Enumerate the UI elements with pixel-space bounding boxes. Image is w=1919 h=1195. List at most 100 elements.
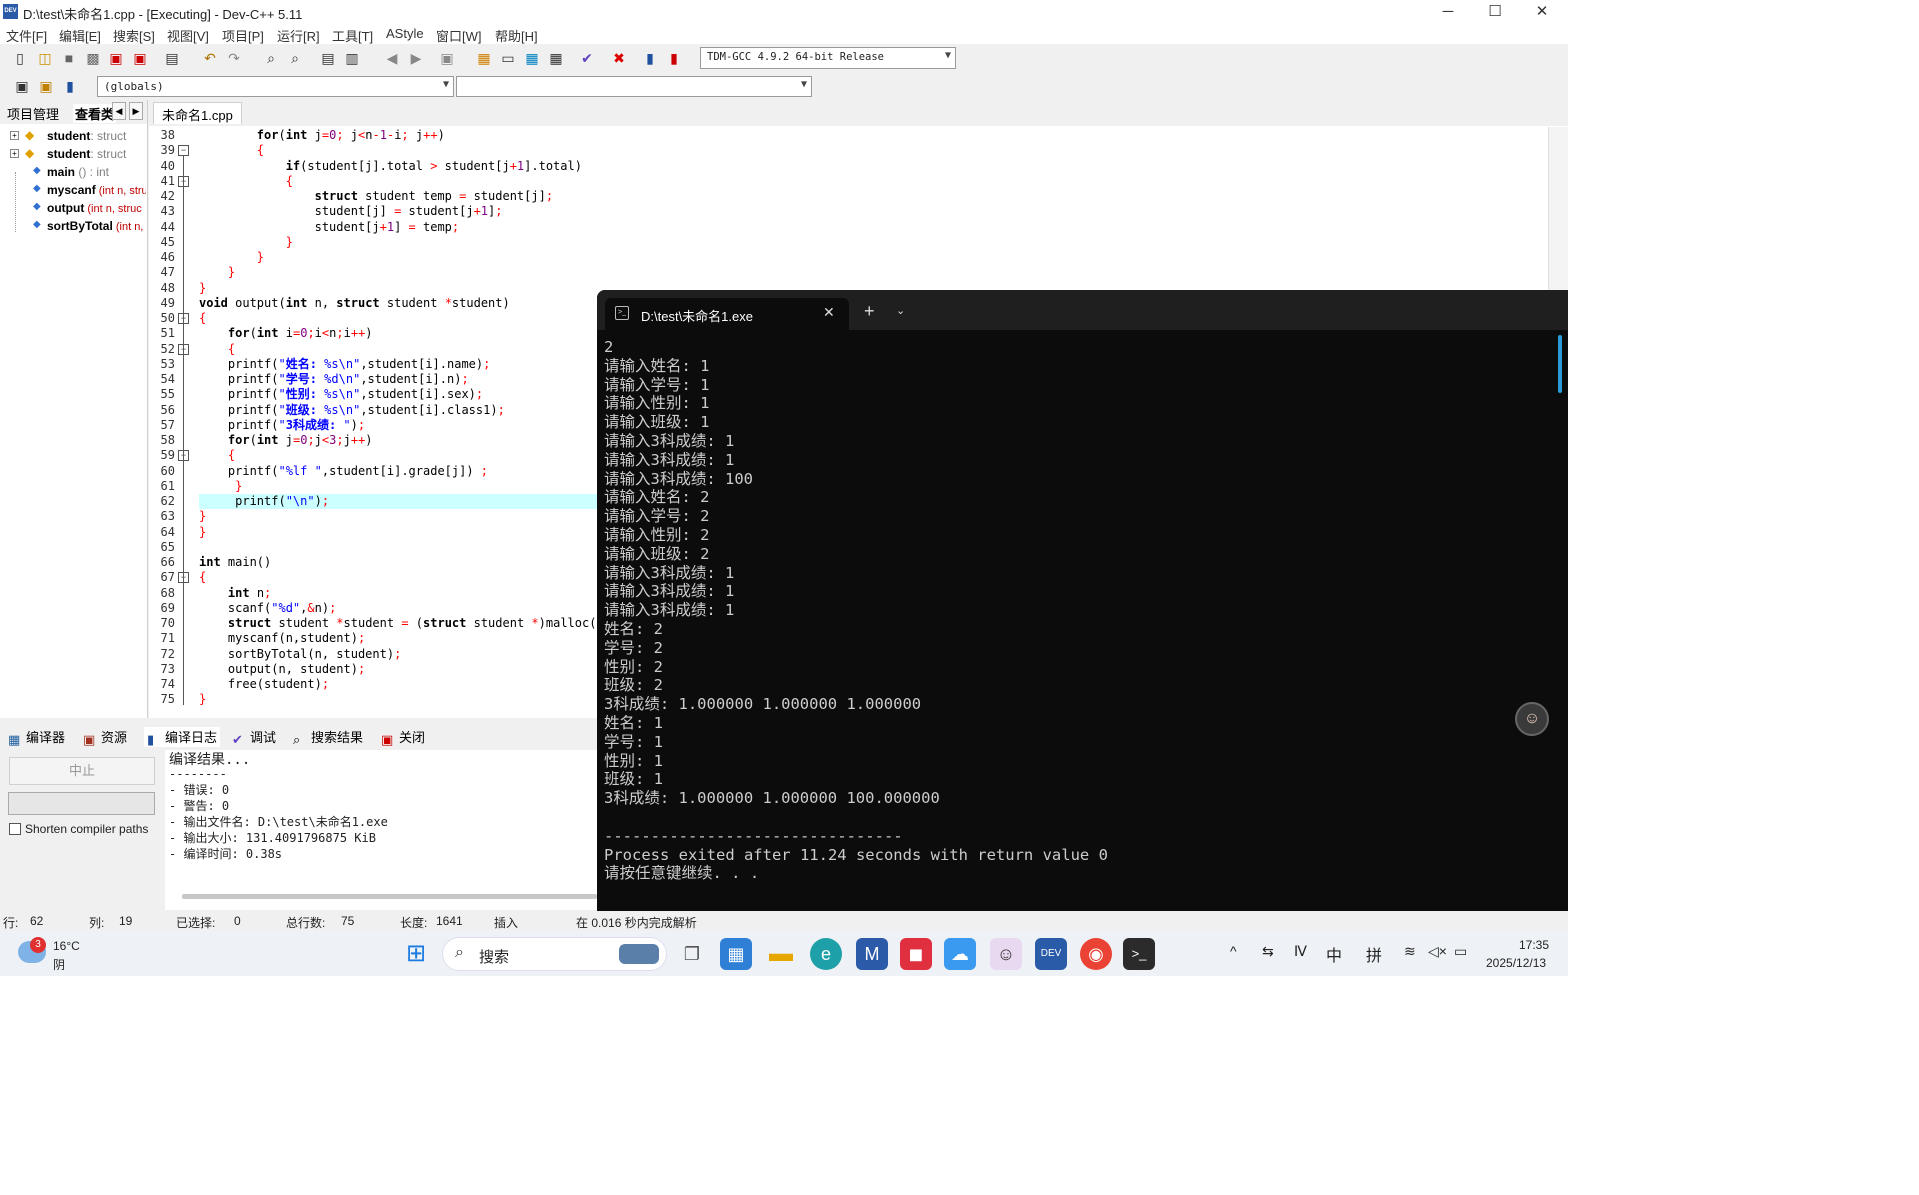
code-line[interactable]: } (199, 250, 264, 265)
huawei-app-icon[interactable]: ◼ (900, 938, 932, 970)
code-line[interactable]: { (199, 570, 206, 585)
code-line[interactable]: { (199, 143, 264, 158)
log-scrollbar[interactable] (182, 894, 597, 899)
close-tab-icon[interactable]: ✕ (823, 304, 835, 321)
chrome-icon[interactable]: ◉ (1080, 938, 1112, 970)
code-line[interactable]: printf("姓名: %s\n",student[i].name); (199, 357, 490, 372)
profile-chart-icon[interactable]: ▮ (640, 48, 660, 68)
code-line[interactable]: { (199, 311, 206, 326)
minimize-button[interactable]: ─ (1424, 2, 1472, 22)
find-icon[interactable]: ⌕ (261, 48, 281, 68)
chevron-down-icon[interactable]: ⌄ (896, 304, 905, 317)
function-select[interactable]: ▼ (456, 76, 812, 97)
code-line[interactable]: printf("%lf ",student[i].grade[j]) ; (199, 464, 488, 479)
class-insert-icon[interactable]: ▣ (12, 76, 32, 96)
avatar-app-icon[interactable]: ☺ (990, 938, 1022, 970)
code-line[interactable]: output(n, student); (199, 662, 365, 677)
cloud-app-icon[interactable]: ☁ (944, 938, 976, 970)
code-line[interactable]: struct student temp = student[j]; (199, 189, 553, 204)
fold-collapse-icon[interactable]: − (178, 145, 189, 157)
tab-scroll-right-icon[interactable]: ▶ (129, 102, 143, 120)
tab-source-file[interactable]: 未命名1.cpp (153, 102, 242, 124)
tree-item[interactable]: ◆ output (int n, struc (0, 200, 146, 218)
save-all-icon[interactable]: ▩ (83, 48, 103, 68)
undo-icon[interactable]: ↶ (200, 48, 220, 68)
tab-project-manager[interactable]: 项目管理 (7, 104, 59, 123)
tree-item[interactable]: + ◆ student: struct (0, 146, 146, 164)
debug-icon[interactable]: ▮ (664, 48, 684, 68)
taskbar-search[interactable]: ⌕ 搜索 (442, 937, 667, 971)
code-line[interactable]: int main() (199, 555, 271, 570)
ime-pinyin[interactable]: 拼 (1366, 942, 1382, 966)
clock-time[interactable]: 17:35 (1519, 938, 1549, 952)
chevron-up-icon[interactable]: ^ (1230, 943, 1237, 959)
windows-start-icon[interactable]: ⊞ (400, 938, 432, 970)
battery-icon[interactable]: ▭ (1454, 943, 1467, 960)
tab-debug[interactable]: ✔ 调试 (232, 727, 276, 747)
console-window[interactable]: >_ D:\test\未命名1.exe ✕ + ⌄ 2 请输入姓名: 1 请输入学号… (597, 290, 1568, 911)
goto-line-icon[interactable]: ▣ (437, 48, 457, 68)
stop-button[interactable]: 中止 (9, 757, 155, 785)
expand-icon[interactable]: + (10, 149, 19, 158)
new-file-icon[interactable]: ▯ (10, 48, 30, 68)
save-icon[interactable]: ■ (59, 48, 79, 68)
add-to-project-icon[interactable]: ▣ (36, 76, 56, 96)
print-icon[interactable]: ▤ (162, 48, 182, 68)
grid-icon[interactable]: ▦ (546, 48, 566, 68)
redo-icon[interactable]: ↷ (224, 48, 244, 68)
tab-scroll-left-icon[interactable]: ◀ (112, 102, 126, 120)
compiler-select[interactable]: TDM-GCC 4.9.2 64-bit Release ▼ (700, 47, 956, 69)
bookmark-next-icon[interactable]: ▶ (406, 48, 426, 68)
ime-mode[interactable]: 中 (1326, 942, 1342, 966)
close-button[interactable]: ✕ (1518, 2, 1566, 22)
menu-window[interactable]: 窗口[W] (436, 26, 482, 45)
settings-sliders-icon[interactable]: ⇆ (1262, 943, 1274, 960)
speaker-muted-icon[interactable]: ◁× (1428, 943, 1447, 960)
code-line[interactable]: for(int j=0; j<n-1-i; j++) (199, 128, 445, 143)
code-line[interactable]: student[j+1] = temp; (199, 220, 460, 235)
code-line[interactable]: int n; (199, 586, 271, 601)
tab-resources[interactable]: ▣ 资源 (83, 727, 127, 747)
code-line[interactable]: } (199, 265, 235, 280)
menu-astyle[interactable]: AStyle (386, 26, 424, 41)
menu-file[interactable]: 文件[F] (6, 26, 47, 45)
code-line[interactable]: } (199, 692, 206, 707)
code-line[interactable]: printf("3科成绩: "); (199, 418, 365, 433)
expand-icon[interactable]: + (10, 131, 19, 140)
code-line[interactable]: void output(int n, struct student *stude… (199, 296, 510, 311)
project-options-icon[interactable]: ▮ (60, 76, 80, 96)
code-line[interactable]: } (199, 509, 206, 524)
menu-search[interactable]: 搜索[S] (113, 26, 155, 45)
replace-icon[interactable]: ⌕ (285, 48, 305, 68)
code-line[interactable]: printf("性别: %s\n",student[i].sex); (199, 387, 483, 402)
scope-select[interactable]: (globals) ▼ (97, 76, 454, 97)
open-file-icon[interactable]: ◫ (35, 48, 55, 68)
tab-search-results[interactable]: ⌕ 搜索结果 (293, 727, 363, 747)
code-line[interactable]: free(student); (199, 677, 329, 692)
code-line[interactable]: { (199, 342, 235, 357)
menu-edit[interactable]: 编辑[E] (59, 26, 101, 45)
code-line[interactable]: for(int j=0;j<3;j++) (199, 433, 373, 448)
console-scrollbar[interactable] (1558, 335, 1562, 393)
menu-view[interactable]: 视图[V] (167, 26, 209, 45)
check-syntax-icon[interactable]: ✔ (577, 48, 597, 68)
code-line[interactable]: if(student[j].total > student[j+1].total… (199, 159, 582, 174)
code-line[interactable]: printf("班级: %s\n",student[i].class1); (199, 403, 505, 418)
bookmark-prev-icon[interactable]: ◀ (382, 48, 402, 68)
assistant-avatar-icon[interactable]: ☺ (1515, 702, 1549, 736)
menu-project[interactable]: 项目[P] (222, 26, 264, 45)
wifi-icon[interactable]: ≋ (1404, 943, 1416, 960)
stop-execution-icon[interactable]: ✖ (609, 48, 629, 68)
edge-icon[interactable]: e (810, 938, 842, 970)
mail-app-icon[interactable]: M (856, 938, 888, 970)
code-line[interactable]: printf("\n"); (199, 494, 619, 509)
close-file-icon[interactable]: ▣ (106, 48, 126, 68)
code-line[interactable]: } (199, 281, 206, 296)
code-line[interactable]: { (199, 448, 235, 463)
code-line[interactable]: printf("学号: %d\n",student[i].n); (199, 372, 469, 387)
tree-item[interactable]: ◆ myscanf (int n, stru (0, 182, 146, 200)
clock-date[interactable]: 2025/12/13 (1486, 956, 1546, 970)
window-icon[interactable]: ▭ (498, 48, 518, 68)
file-explorer-icon[interactable]: ▬ (765, 938, 797, 970)
menu-run[interactable]: 运行[R] (277, 26, 320, 45)
